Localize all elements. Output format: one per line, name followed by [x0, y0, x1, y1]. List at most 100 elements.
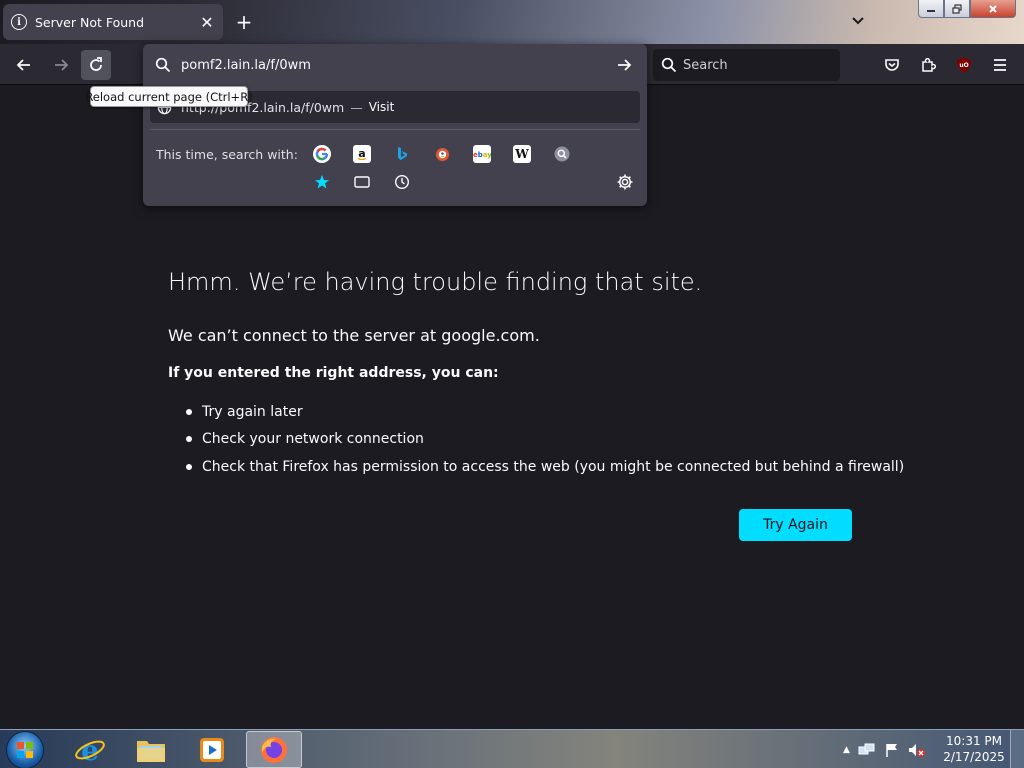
- suggestion-text: Check that Firefox has permission to acc…: [202, 458, 905, 475]
- star-icon: [315, 175, 329, 189]
- pocket-button[interactable]: [877, 50, 907, 80]
- pocket-icon: [885, 59, 899, 71]
- svg-text:uO: uO: [959, 62, 968, 69]
- search-engine-icon: [554, 146, 570, 162]
- list-item: Try again later: [168, 398, 904, 426]
- tab-server-not-found[interactable]: i Server Not Found ✕: [3, 4, 223, 40]
- duckduckgo-icon: [435, 147, 449, 161]
- clock[interactable]: 10:31 PM 2/17/2025: [943, 733, 1005, 765]
- ebay-icon: ebay: [473, 151, 491, 159]
- folder-icon: [137, 740, 165, 762]
- error-content: Hmm. We’re having trouble finding that s…: [168, 268, 904, 475]
- volume-muted-icon[interactable]: [908, 742, 926, 758]
- google-engine-button[interactable]: [313, 145, 331, 163]
- urlbar-dropdown: pomf2.lain.la/f/0wm http://pomf2.lain.la…: [143, 44, 647, 206]
- new-tab-button[interactable]: +: [232, 10, 256, 34]
- taskbar-firefox[interactable]: [246, 731, 302, 768]
- system-tray: ▲: [843, 730, 943, 768]
- search-with-label: This time, search with:: [156, 147, 298, 162]
- tab-icon: [354, 176, 370, 188]
- forward-button[interactable]: [46, 50, 76, 80]
- bookmarks-mode-button[interactable]: [313, 173, 331, 191]
- taskbar-file-explorer[interactable]: [123, 731, 179, 768]
- hamburger-icon: [994, 59, 1006, 71]
- ublock-shield-icon: uO: [957, 57, 971, 73]
- close-window-button[interactable]: [970, 0, 1016, 18]
- ublock-origin-button[interactable]: uO: [949, 50, 979, 80]
- taskbar-media-player[interactable]: [184, 731, 240, 768]
- title-bar: i Server Not Found ✕ +: [0, 0, 1024, 44]
- restore-button[interactable]: [944, 0, 970, 18]
- bing-icon: [398, 147, 407, 160]
- list-item: Check that Firefox has permission to acc…: [168, 453, 904, 481]
- arrow-right-icon: [55, 59, 69, 71]
- generic-engine-button[interactable]: [553, 145, 571, 163]
- svg-text:a: a: [358, 147, 365, 160]
- tab-title: Server Not Found: [35, 14, 145, 30]
- try-again-button[interactable]: Try Again: [739, 509, 852, 541]
- taskbar-internet-explorer[interactable]: e: [62, 731, 118, 768]
- bing-engine-button[interactable]: [393, 145, 411, 163]
- reload-icon: [90, 57, 102, 71]
- gear-icon: [617, 174, 633, 190]
- info-icon: i: [11, 14, 27, 30]
- chevron-down-icon: [852, 17, 864, 25]
- network-icon[interactable]: [858, 742, 876, 758]
- svg-text:ebay: ebay: [473, 151, 491, 159]
- extensions-button[interactable]: [913, 50, 943, 80]
- clock-icon: [394, 174, 410, 190]
- error-subtitle: We can’t connect to the server at google…: [168, 326, 540, 345]
- app-menu-button[interactable]: [985, 50, 1015, 80]
- bullet: [186, 436, 192, 443]
- wikipedia-engine-button[interactable]: W: [513, 145, 531, 163]
- divider: [150, 129, 640, 130]
- suggestion-text: Check your network connection: [202, 431, 424, 448]
- result-action: Visit: [368, 100, 395, 114]
- puzzle-icon: [922, 57, 937, 72]
- minimize-button[interactable]: [918, 0, 944, 18]
- search-bar[interactable]: Search: [653, 49, 840, 81]
- window-controls: [918, 0, 1018, 18]
- arrow-left-icon: [16, 59, 30, 71]
- media-player-icon: [200, 737, 224, 762]
- show-desktop-button[interactable]: [1010, 730, 1024, 768]
- start-button[interactable]: [6, 731, 44, 768]
- svg-text:e: e: [81, 734, 99, 766]
- history-mode-button[interactable]: [393, 173, 411, 191]
- error-title: Hmm. We’re having trouble finding that s…: [168, 268, 703, 296]
- restore-icon: [952, 3, 962, 14]
- bullet: [186, 408, 192, 415]
- wikipedia-icon: W: [514, 147, 529, 161]
- amazon-engine-button[interactable]: a: [353, 145, 371, 163]
- url-input[interactable]: pomf2.lain.la/f/0wm: [143, 44, 647, 86]
- action-center-flag-icon[interactable]: [884, 742, 900, 758]
- list-all-tabs-button[interactable]: [846, 10, 870, 34]
- tabs-mode-button[interactable]: [353, 173, 371, 191]
- bullet: [186, 463, 192, 470]
- go-button[interactable]: [609, 56, 639, 74]
- search-settings-button[interactable]: [616, 173, 634, 195]
- clock-date: 2/17/2025: [943, 750, 1005, 764]
- reload-tooltip: Reload current page (Ctrl+R): [85, 86, 253, 107]
- url-value: pomf2.lain.la/f/0wm: [181, 57, 311, 73]
- arrow-right-icon: [618, 59, 632, 71]
- duckduckgo-engine-button[interactable]: [433, 145, 451, 163]
- minimize-icon: [927, 9, 935, 12]
- svg-text:W: W: [514, 147, 529, 161]
- error-lead: If you entered the right address, you ca…: [168, 365, 499, 381]
- close-icon: [989, 4, 997, 13]
- reload-button[interactable]: [81, 50, 111, 80]
- search-icon: [661, 57, 677, 73]
- show-hidden-icons-button[interactable]: ▲: [843, 745, 850, 755]
- amazon-icon: a: [357, 147, 367, 161]
- tab-close-button[interactable]: ✕: [199, 13, 215, 32]
- suggestion-text: Try again later: [202, 403, 303, 420]
- windows-logo-icon: [17, 742, 33, 758]
- google-icon: [315, 147, 329, 161]
- search-icon: [155, 57, 171, 73]
- list-item: Check your network connection: [168, 426, 904, 454]
- ebay-engine-button[interactable]: ebay: [473, 145, 491, 163]
- clock-time: 10:31 PM: [946, 734, 1002, 748]
- back-button[interactable]: [9, 50, 39, 80]
- result-separator: —: [350, 99, 363, 115]
